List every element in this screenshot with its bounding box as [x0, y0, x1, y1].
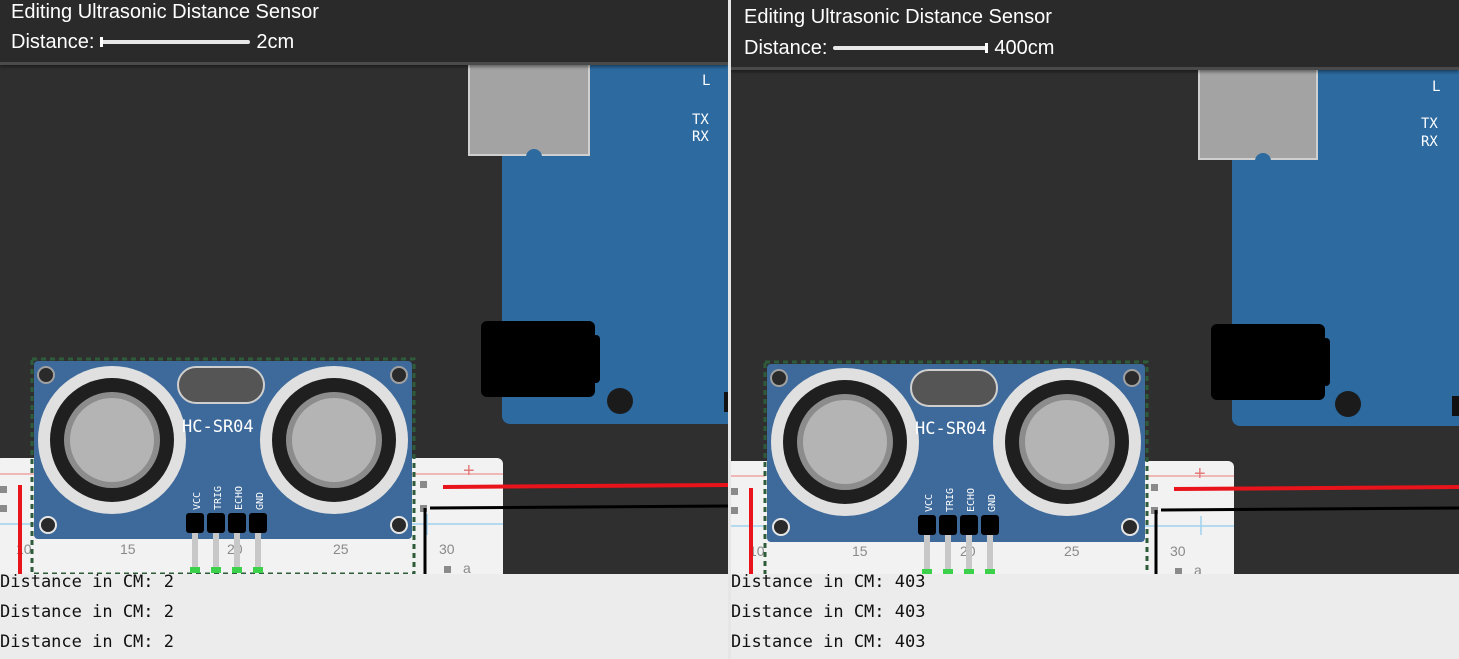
sensor-model-label: HC-SR04: [915, 419, 987, 439]
power-jack: [1211, 324, 1325, 400]
mounting-hole: [1335, 391, 1361, 417]
serial-line: Distance in CM: 2: [0, 632, 174, 652]
right-serial-monitor: Distance in CM: 403 Distance in CM: 403 …: [731, 572, 1459, 659]
distance-label: Distance:: [744, 36, 828, 59]
distance-slider[interactable]: [833, 38, 989, 58]
transducer-left: [38, 366, 186, 514]
breadboard-col-25: 25: [333, 541, 349, 557]
pin-label-vcc: VCC: [924, 494, 935, 512]
pin-header-gnd[interactable]: [981, 515, 999, 535]
led-rx-label: RX: [1421, 134, 1438, 150]
transducer-left: [771, 368, 919, 516]
breadboard-col-15: 15: [852, 543, 868, 559]
power-jack: [481, 321, 595, 397]
left-simulator-panel: L TX RX + 10 15 20 25: [0, 0, 728, 659]
usb-connector: [1198, 65, 1318, 160]
pin-header-vcc[interactable]: [918, 515, 936, 535]
pin-label-trig: TRIG: [945, 488, 956, 512]
led-tx-label: TX: [1421, 116, 1438, 132]
breadboard-plus-label: +: [463, 460, 475, 482]
serial-line: Distance in CM: 403: [731, 602, 926, 622]
transducer-right: [993, 368, 1141, 516]
sensor-model-label: HC-SR04: [182, 417, 254, 437]
left-attribute-editor: Editing Ultrasonic Distance Sensor Dista…: [0, 0, 728, 65]
led-l-label: L: [1432, 79, 1440, 95]
pin-label-echo: ECHO: [966, 488, 977, 512]
mounting-hole: [607, 388, 633, 414]
pin-header-echo[interactable]: [228, 513, 246, 533]
distance-value: 400cm: [994, 36, 1055, 59]
distance-control: Distance: 2cm: [11, 30, 294, 54]
right-attribute-editor: Editing Ultrasonic Distance Sensor Dista…: [731, 0, 1459, 70]
led-rx-label: RX: [692, 129, 709, 145]
right-simulator-panel: L TX RX + 10 15 20 25: [731, 0, 1459, 659]
breadboard-plus-label: +: [1194, 463, 1206, 485]
slider-thumb[interactable]: [100, 37, 104, 47]
pin-label-echo: ECHO: [234, 486, 245, 510]
wire-red-power[interactable]: [442, 483, 728, 489]
serial-line: Distance in CM: 2: [0, 602, 174, 622]
distance-value: 2cm: [256, 30, 295, 53]
serial-line: Distance in CM: 2: [0, 572, 174, 592]
slider-track[interactable]: [833, 46, 989, 50]
led-tx-label: TX: [692, 112, 709, 128]
distance-control: Distance: 400cm: [744, 36, 1054, 60]
pin-header-trig[interactable]: [207, 513, 225, 533]
arduino-board[interactable]: L TX RX: [468, 59, 728, 424]
slider-thumb[interactable]: [985, 43, 989, 53]
left-serial-monitor: Distance in CM: 2 Distance in CM: 2 Dist…: [0, 572, 728, 659]
slider-track[interactable]: [100, 40, 251, 44]
distance-label: Distance:: [11, 30, 95, 53]
right-circuit-canvas: L TX RX + 10 15 20 25: [731, 0, 1459, 659]
breadboard-col-30: 30: [1170, 543, 1186, 559]
left-circuit-canvas: L TX RX + 10 15 20 25: [0, 0, 728, 659]
wire-black-ground[interactable]: [429, 504, 728, 510]
breadboard-col-30: 30: [439, 541, 455, 557]
crystal-oscillator: [910, 369, 998, 407]
pin-header-gnd[interactable]: [249, 513, 267, 533]
led-l-label: L: [702, 73, 710, 89]
pin-label-vcc: VCC: [192, 492, 203, 510]
pin-label-gnd: GND: [987, 494, 998, 512]
pin-label-gnd: GND: [255, 492, 266, 510]
distance-slider[interactable]: [100, 32, 251, 52]
editor-title: Editing Ultrasonic Distance Sensor: [11, 1, 319, 23]
pin-header-echo[interactable]: [960, 515, 978, 535]
pin-header-trig[interactable]: [939, 515, 957, 535]
breadboard-col-25: 25: [1064, 543, 1080, 559]
arduino-board[interactable]: L TX RX: [1198, 65, 1459, 426]
pin-header-vcc[interactable]: [186, 513, 204, 533]
breadboard-col-15: 15: [120, 541, 136, 557]
pin-label-trig: TRIG: [213, 486, 224, 510]
usb-connector: [468, 59, 590, 156]
crystal-oscillator: [177, 366, 265, 404]
wire-red-power[interactable]: [1173, 485, 1459, 491]
wire-black-ground[interactable]: [1160, 506, 1459, 512]
editor-title: Editing Ultrasonic Distance Sensor: [744, 6, 1052, 28]
transducer-right: [260, 366, 408, 514]
serial-line: Distance in CM: 403: [731, 632, 926, 652]
serial-line: Distance in CM: 403: [731, 572, 926, 592]
